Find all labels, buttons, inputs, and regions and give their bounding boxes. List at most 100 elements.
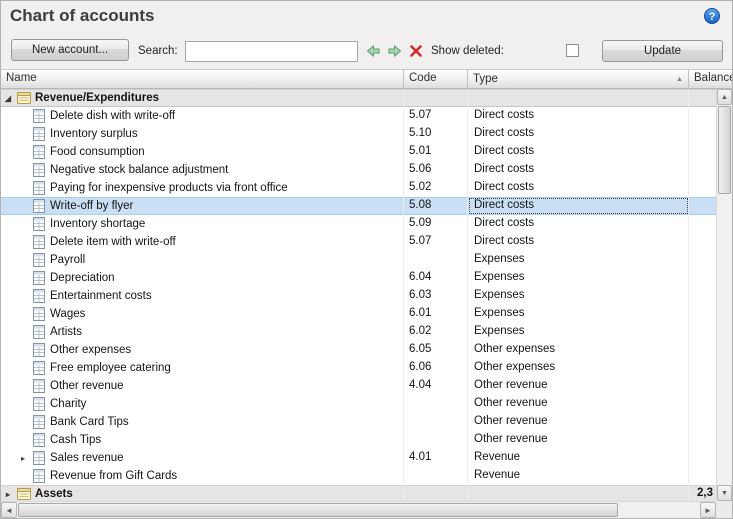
account-code-cell: 5.07 xyxy=(404,233,468,251)
account-type-cell: Direct costs xyxy=(468,125,689,143)
account-code-cell: 5.07 xyxy=(404,107,468,125)
account-type-cell: Expenses xyxy=(468,251,689,269)
account-name-label: Other revenue xyxy=(47,378,124,395)
group-row[interactable]: ◢ Revenue/Expenditures xyxy=(1,89,716,107)
account-code-cell: 6.05 xyxy=(404,341,468,359)
scroll-right-icon[interactable]: ► xyxy=(700,502,716,518)
account-balance-cell xyxy=(689,305,716,323)
account-balance-cell xyxy=(689,359,716,377)
help-question-icon[interactable]: ? xyxy=(704,8,720,24)
group-row[interactable]: ▸Assets2,3 xyxy=(1,485,716,501)
account-code-cell: 5.01 xyxy=(404,143,468,161)
column-header-name[interactable]: Name xyxy=(1,70,404,88)
account-name-label: Assets xyxy=(32,486,73,502)
account-row[interactable]: Paying for inexpensive products via fron… xyxy=(1,179,716,197)
update-button[interactable]: Update xyxy=(602,40,723,62)
account-row[interactable]: Inventory shortage5.09Direct costs xyxy=(1,215,716,233)
account-code-cell: 6.02 xyxy=(404,323,468,341)
account-row[interactable]: Revenue from Gift CardsRevenue xyxy=(1,467,716,485)
account-balance-cell xyxy=(689,89,716,107)
account-balance-cell xyxy=(689,215,716,233)
account-row[interactable]: Bank Card TipsOther revenue xyxy=(1,413,716,431)
horizontal-scrollbar[interactable]: ◄ ► xyxy=(1,501,716,518)
account-row[interactable]: Free employee catering6.06Other expenses xyxy=(1,359,716,377)
account-row[interactable]: Depreciation6.04Expenses xyxy=(1,269,716,287)
account-row[interactable]: Other revenue4.04Other revenue xyxy=(1,377,716,395)
arrow-left-icon[interactable] xyxy=(365,43,381,59)
expand-node-icon[interactable]: ▸ xyxy=(16,450,30,467)
show-deleted-checkbox[interactable] xyxy=(566,44,579,57)
account-name-label: Inventory shortage xyxy=(47,216,145,233)
account-code-cell: 5.09 xyxy=(404,215,468,233)
account-row[interactable]: CharityOther revenue xyxy=(1,395,716,413)
account-code-cell xyxy=(404,251,468,269)
account-balance-cell xyxy=(689,413,716,431)
vertical-scrollbar-thumb[interactable] xyxy=(718,106,731,194)
account-type-cell: Expenses xyxy=(468,323,689,341)
account-row[interactable]: ▸Sales revenue4.01Revenue xyxy=(1,449,716,467)
account-sheet-icon xyxy=(30,109,47,123)
account-balance-cell xyxy=(689,431,716,449)
account-name-cell: Cash Tips xyxy=(1,431,404,449)
account-row[interactable]: Payroll Expenses xyxy=(1,251,716,269)
account-type-cell: Direct costs xyxy=(468,233,689,251)
account-code-cell: 4.01 xyxy=(404,449,468,467)
account-sheet-icon xyxy=(30,433,47,447)
scroll-down-icon[interactable]: ▼ xyxy=(717,485,732,501)
expand-node-icon[interactable]: ▸ xyxy=(1,486,15,502)
account-name-cell: Charity xyxy=(1,395,404,413)
account-sheet-icon xyxy=(30,253,47,267)
account-name-cell: Delete item with write-off xyxy=(1,233,404,251)
account-sheet-icon xyxy=(30,235,47,249)
account-sheet-icon xyxy=(30,379,47,393)
account-row[interactable]: Inventory surplus5.10Direct costs xyxy=(1,125,716,143)
new-account-button[interactable]: New account... xyxy=(11,39,129,61)
account-code-cell: 5.08 xyxy=(404,197,468,215)
vertical-scrollbar[interactable]: ▲ ▼ xyxy=(716,89,732,501)
arrow-right-icon[interactable] xyxy=(387,43,403,59)
account-row[interactable]: Food consumption5.01Direct costs xyxy=(1,143,716,161)
column-header-code[interactable]: Code xyxy=(404,70,468,88)
ledger-folder-icon xyxy=(15,91,32,105)
account-row[interactable]: Wages6.01Expenses xyxy=(1,305,716,323)
column-header-balance-label: Balance xyxy=(694,72,732,84)
account-name-label: Artists xyxy=(47,324,82,341)
ledger-folder-icon xyxy=(15,487,32,501)
account-name-label: Revenue/Expenditures xyxy=(32,90,159,107)
account-row[interactable]: Delete dish with write-off5.07Direct cos… xyxy=(1,107,716,125)
account-row[interactable]: Write-off by flyer5.08Direct costs xyxy=(1,197,716,215)
account-row[interactable]: Negative stock balance adjustment5.06Dir… xyxy=(1,161,716,179)
account-name-cell: Payroll xyxy=(1,251,404,269)
account-name-cell: ▸Sales revenue xyxy=(1,449,404,467)
column-header-type[interactable]: Type ▲ xyxy=(468,70,689,88)
account-row[interactable]: Cash TipsOther revenue xyxy=(1,431,716,449)
account-name-cell: Wages xyxy=(1,305,404,323)
column-headers: Name Code Type ▲ Balance xyxy=(1,70,732,89)
collapse-group-icon[interactable]: ◢ xyxy=(1,90,15,107)
scroll-up-icon[interactable]: ▲ xyxy=(717,89,732,105)
account-code-cell: 6.03 xyxy=(404,287,468,305)
account-code-cell xyxy=(404,413,468,431)
account-balance-cell xyxy=(689,377,716,395)
horizontal-scrollbar-thumb[interactable] xyxy=(18,503,618,517)
column-header-balance[interactable]: Balance xyxy=(689,70,732,88)
scroll-left-icon[interactable]: ◄ xyxy=(1,502,17,518)
show-deleted-label: Show deleted: xyxy=(431,45,504,57)
account-row[interactable]: Entertainment costs6.03Expenses xyxy=(1,287,716,305)
account-row[interactable]: Other expenses6.05Other expenses xyxy=(1,341,716,359)
account-name-label: Charity xyxy=(47,396,86,413)
account-sheet-icon xyxy=(30,271,47,285)
account-type-cell xyxy=(468,89,689,107)
account-sheet-icon xyxy=(30,145,47,159)
clear-search-red-x-icon[interactable] xyxy=(408,43,424,59)
account-code-cell: 6.04 xyxy=(404,269,468,287)
account-type-cell: Other expenses xyxy=(468,341,689,359)
account-balance-cell xyxy=(689,125,716,143)
account-name-cell: Inventory surplus xyxy=(1,125,404,143)
account-balance-cell xyxy=(689,395,716,413)
account-row[interactable]: Delete item with write-off5.07Direct cos… xyxy=(1,233,716,251)
search-input[interactable] xyxy=(185,41,358,62)
account-row[interactable]: Artists 6.02Expenses xyxy=(1,323,716,341)
account-sheet-icon xyxy=(30,199,47,213)
account-balance-cell xyxy=(689,107,716,125)
